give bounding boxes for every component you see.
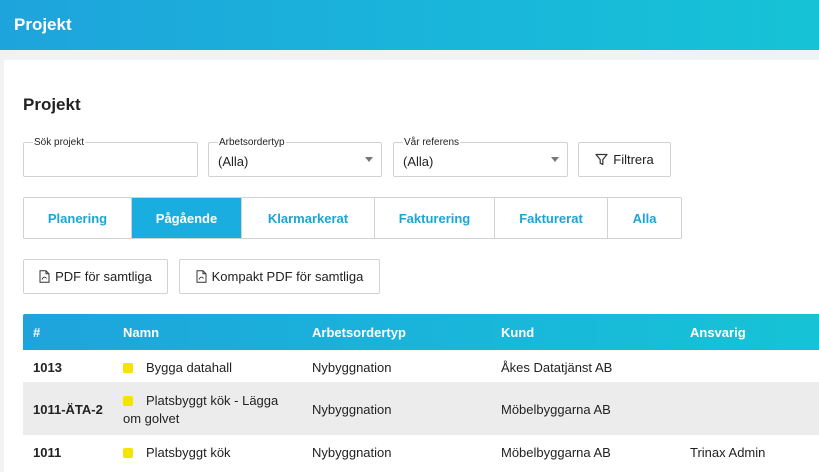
tab-klarmarkerat[interactable]: Klarmarkerat [242, 198, 375, 238]
cell-name: Platsbyggt kök - Lägga [146, 393, 279, 408]
filter-icon [595, 153, 608, 166]
search-project-label: Sök projekt [33, 137, 86, 148]
pdf-all-label: PDF för samtliga [55, 269, 152, 284]
cell-responsible: Trinax Admin [690, 445, 766, 460]
projects-table: # Namn Arbetsordertyp Kund Ansvarig 1013… [23, 314, 819, 472]
table-row[interactable]: 1011 Platsbyggt kök Nybyggnation Möbelby… [23, 435, 819, 472]
cell-id: 1013 [33, 360, 62, 375]
chevron-down-icon [551, 157, 559, 162]
column-header-order-type[interactable]: Arbetsordertyp [312, 325, 406, 340]
reference-select[interactable]: Vår referens (Alla) [393, 137, 568, 177]
search-project-input[interactable] [32, 155, 192, 170]
tab-fakturering[interactable]: Fakturering [375, 198, 495, 238]
tab-planering[interactable]: Planering [24, 198, 132, 238]
cell-order-type: Nybyggnation [312, 402, 392, 417]
tab-label: Fakturering [398, 210, 471, 226]
compact-pdf-all-label: Kompakt PDF för samtliga [211, 269, 364, 284]
pdf-file-icon [196, 270, 207, 283]
cell-order-type: Nybyggnation [312, 445, 392, 460]
status-tabs: Planering Pågående Klarmarkerat Fakturer… [23, 197, 682, 239]
top-bar: Projekt [0, 0, 819, 50]
pdf-file-icon [39, 270, 50, 283]
chevron-down-icon [365, 157, 373, 162]
tab-fakturerat[interactable]: Fakturerat [495, 198, 608, 238]
app-title: Projekt [14, 15, 72, 34]
status-indicator [123, 448, 133, 458]
cell-id: 1011-ÄTA-2 [33, 402, 103, 417]
cell-customer: Möbelbyggarna AB [501, 445, 611, 460]
tab-label: Alla [632, 210, 657, 226]
table-header: # Namn Arbetsordertyp Kund Ansvarig [23, 314, 819, 350]
cell-name: Bygga datahall [146, 360, 233, 375]
pdf-all-button[interactable]: PDF för samtliga [23, 259, 168, 294]
reference-value: (Alla) [403, 154, 434, 169]
status-indicator [123, 363, 133, 373]
order-type-value: (Alla) [218, 154, 249, 169]
filter-button[interactable]: Filtrera [578, 142, 671, 177]
column-header-name[interactable]: Namn [123, 325, 159, 340]
cell-name-continued: om golvet [123, 411, 180, 426]
cell-name: Platsbyggt kök [146, 445, 231, 460]
cell-customer: Möbelbyggarna AB [501, 402, 611, 417]
column-header-id[interactable]: # [33, 325, 40, 340]
page-title: Projekt [23, 95, 81, 114]
cell-order-type: Nybyggnation [312, 360, 392, 375]
tab-label: Planering [47, 210, 108, 226]
column-header-customer[interactable]: Kund [501, 325, 534, 340]
column-header-responsible[interactable]: Ansvarig [690, 325, 746, 340]
order-type-select[interactable]: Arbetsordertyp (Alla) [208, 137, 382, 177]
tab-pagaende[interactable]: Pågående [132, 198, 242, 238]
tab-label: Pågående [155, 210, 218, 226]
filter-button-label: Filtrera [613, 152, 654, 167]
tab-label: Fakturerat [519, 210, 583, 226]
cell-id: 1011 [33, 445, 62, 460]
tab-label: Klarmarkerat [267, 210, 349, 226]
table-row[interactable]: 1011-ÄTA-2 Platsbyggt kök - Lägga om gol… [23, 382, 819, 435]
tab-alla[interactable]: Alla [608, 198, 681, 238]
reference-label: Vår referens [403, 137, 461, 148]
cell-customer: Åkes Datatjänst AB [501, 360, 613, 375]
compact-pdf-all-button[interactable]: Kompakt PDF för samtliga [179, 259, 380, 294]
search-project-field[interactable]: Sök projekt [23, 137, 198, 177]
order-type-label: Arbetsordertyp [218, 137, 286, 148]
status-indicator [123, 396, 133, 406]
table-row[interactable]: 1013 Bygga datahall Nybyggnation Åkes Da… [23, 350, 819, 382]
